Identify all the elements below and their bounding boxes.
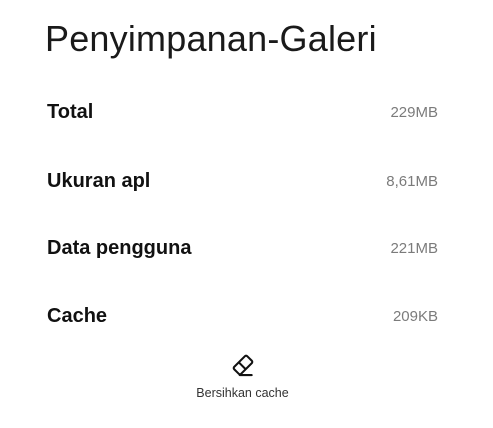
clear-cache-label: Bersihkan cache — [196, 386, 289, 400]
storage-row-label: Cache — [47, 304, 108, 327]
storage-row-total: Total 229MB — [47, 97, 438, 127]
storage-row-label: Ukuran apl — [47, 169, 151, 192]
storage-page: { "header": { "title": "Penyimpanan-Gale… — [0, 0, 493, 428]
page-title: Penyimpanan-Galeri — [45, 18, 377, 59]
storage-row-value: 8,61MB — [386, 172, 438, 190]
storage-row-label: Total — [47, 100, 94, 123]
eraser-icon — [232, 354, 253, 377]
clear-cache-button[interactable]: Bersihkan cache — [180, 352, 305, 408]
storage-row-user-data: Data pengguna 221MB — [47, 233, 438, 263]
storage-row-value: 221MB — [390, 239, 438, 257]
storage-row-label: Data pengguna — [47, 236, 192, 259]
storage-row-value: 229MB — [390, 103, 438, 121]
storage-row-cache: Cache 209KB — [47, 301, 438, 331]
storage-row-app-size: Ukuran apl 8,61MB — [47, 166, 438, 196]
storage-row-value: 209KB — [392, 307, 438, 325]
